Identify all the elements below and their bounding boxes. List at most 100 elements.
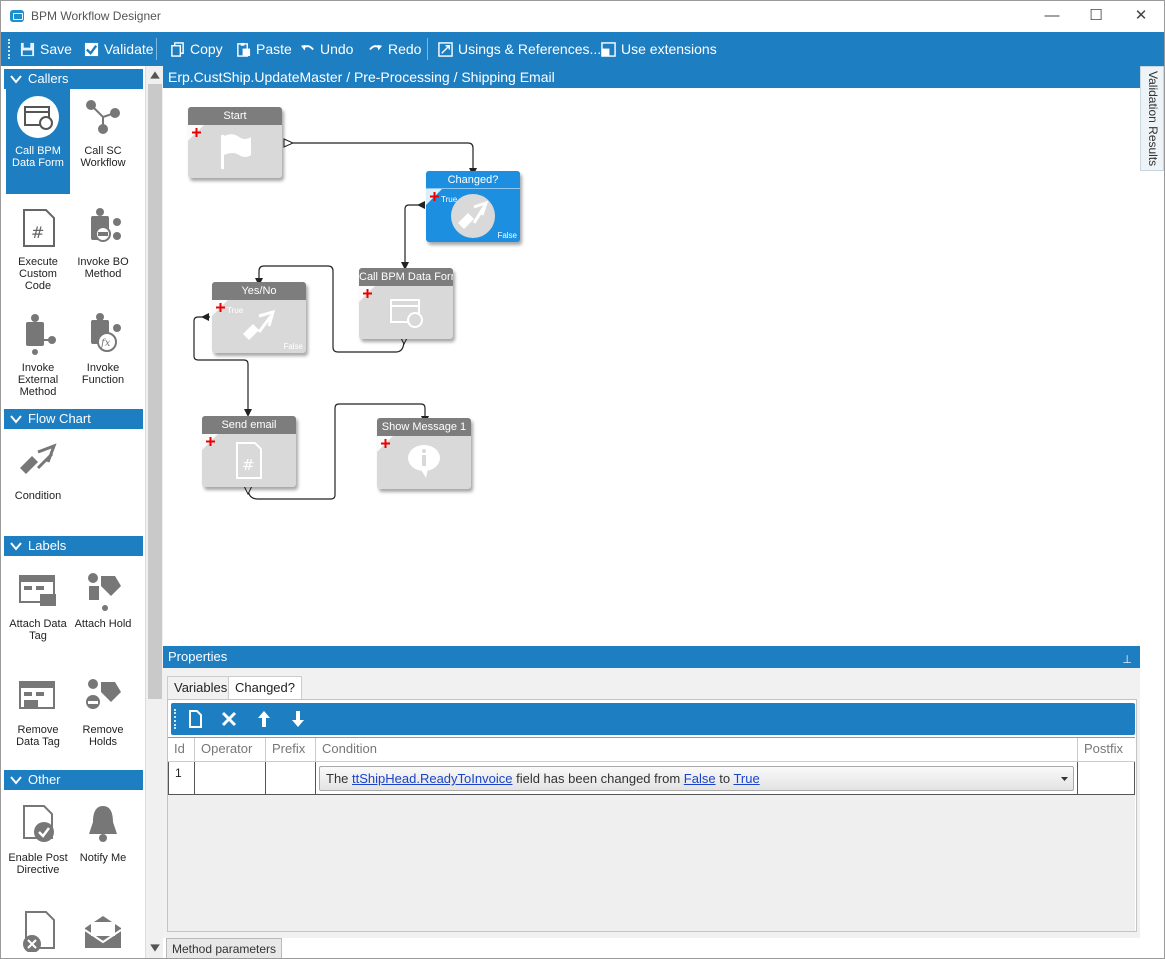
condition-icon <box>20 443 57 474</box>
cell-id[interactable]: 1 <box>168 762 195 795</box>
tool-remove-holds[interactable]: Remove Holds <box>71 674 135 748</box>
use-extensions-button[interactable]: Use extensions <box>601 32 717 66</box>
tool-invoke-function[interactable]: fx Invoke Function <box>71 312 135 386</box>
minimize-button[interactable]: — <box>1037 5 1067 27</box>
tool-invoke-external-method[interactable]: Invoke External Method <box>6 312 70 398</box>
condition-to-link[interactable]: True <box>733 771 759 786</box>
tool-label: Remove Data Tag <box>16 724 60 748</box>
validate-button[interactable]: Validate <box>84 32 154 66</box>
invoke-function-icon: fx <box>91 313 121 352</box>
tab-variables[interactable]: Variables <box>167 676 235 700</box>
plus-icon[interactable] <box>206 437 215 446</box>
close-button[interactable]: ✕ <box>1126 5 1156 27</box>
tool-label: Attach Data Tag <box>9 618 67 642</box>
tool-enable-post-directive[interactable]: Enable Post Directive <box>6 802 70 876</box>
tool-label: Enable Post Directive <box>8 852 68 876</box>
tool-call-sc-workflow[interactable]: Call SC Workflow <box>71 95 135 169</box>
copy-label: Copy <box>190 41 223 57</box>
breadcrumb: Erp.CustShip.UpdateMaster / Pre-Processi… <box>163 66 1140 88</box>
tool-attach-data-tag[interactable]: Attach Data Tag <box>6 568 70 642</box>
maximize-button[interactable]: ☐ <box>1081 5 1111 27</box>
plus-icon[interactable] <box>363 289 372 298</box>
node-start[interactable]: Start <box>188 107 282 178</box>
redo-button[interactable]: Redo <box>368 32 421 66</box>
references-icon <box>438 41 453 57</box>
condition-dropdown[interactable]: The ttShipHead.ReadyToInvoice field has … <box>319 766 1074 791</box>
tool-disable-post-directive[interactable] <box>6 908 70 958</box>
condition-field-link[interactable]: ttShipHead.ReadyToInvoice <box>352 771 512 786</box>
cell-postfix[interactable] <box>1078 762 1135 795</box>
node-yes-no[interactable]: Yes/No True False <box>212 282 306 353</box>
node-send-email[interactable]: Send email # <box>202 416 296 487</box>
condition-text-to: to <box>719 771 731 786</box>
plus-icon[interactable] <box>430 192 439 201</box>
node-call-bpm-data-form[interactable]: Call BPM Data Forr <box>359 268 453 339</box>
plus-icon[interactable] <box>192 128 201 137</box>
column-header-id[interactable]: Id <box>168 738 195 762</box>
tool-condition[interactable]: Condition <box>6 440 70 502</box>
validation-results-tab[interactable]: Validation Results <box>1140 66 1164 171</box>
tool-call-bpm-data-form[interactable]: Call BPM Data Form <box>6 89 70 194</box>
new-row-icon[interactable] <box>185 709 205 729</box>
toolbar-grip[interactable] <box>8 39 11 59</box>
category-other[interactable]: Other <box>4 770 143 790</box>
condition-from-link[interactable]: False <box>684 771 716 786</box>
cell-prefix[interactable] <box>266 762 316 795</box>
copy-button[interactable]: Copy <box>170 32 223 66</box>
toolbar-separator <box>156 38 157 60</box>
category-labels[interactable]: Labels <box>4 536 143 556</box>
disable-post-directive-icon <box>23 911 55 952</box>
connector-lines <box>193 138 477 500</box>
tool-label: Attach Hold <box>74 618 132 630</box>
category-flow-chart[interactable]: Flow Chart <box>4 409 143 429</box>
scrollbar-thumb[interactable] <box>148 84 162 699</box>
column-header-postfix[interactable]: Postfix <box>1078 738 1135 762</box>
scroll-down-arrow-icon[interactable] <box>150 944 160 952</box>
tab-changed[interactable]: Changed? <box>228 676 302 700</box>
scroll-up-arrow-icon[interactable] <box>150 71 160 79</box>
call-bpm-data-form-icon <box>390 299 423 328</box>
grid-toolbar-grip[interactable] <box>174 709 176 729</box>
redo-icon <box>369 44 383 50</box>
chevron-down-icon <box>10 542 22 551</box>
undo-button[interactable]: Undo <box>300 32 353 66</box>
cell-operator[interactable] <box>195 762 266 795</box>
tool-send-email[interactable] <box>71 908 135 958</box>
invoke-bo-method-icon <box>91 208 121 242</box>
call-bpm-data-form-icon <box>17 96 59 138</box>
dropdown-arrow-icon[interactable] <box>1061 777 1068 781</box>
category-callers[interactable]: Callers <box>4 69 143 89</box>
column-header-condition[interactable]: Condition <box>316 738 1078 762</box>
tool-invoke-bo-method[interactable]: Invoke BO Method <box>71 206 135 280</box>
column-header-prefix[interactable]: Prefix <box>266 738 316 762</box>
checkbox-check-icon <box>84 42 99 56</box>
validate-label: Validate <box>104 41 154 57</box>
tool-execute-custom-code[interactable]: # Execute Custom Code <box>6 206 70 292</box>
category-label: Flow Chart <box>28 411 91 426</box>
tool-attach-hold[interactable]: Attach Hold <box>71 568 135 630</box>
undo-label: Undo <box>320 41 354 57</box>
svg-text:#: # <box>31 223 44 242</box>
tool-remove-data-tag[interactable]: Remove Data Tag <box>6 674 70 748</box>
app-icon <box>10 10 24 22</box>
node-show-message[interactable]: Show Message 1 <box>377 418 471 489</box>
tool-notify-me[interactable]: Notify Me <box>71 802 135 864</box>
plus-icon[interactable] <box>381 439 390 448</box>
move-down-icon[interactable] <box>288 709 308 729</box>
delete-row-icon[interactable] <box>219 709 239 729</box>
node-changed[interactable]: Changed? True False <box>426 171 520 242</box>
save-label: Save <box>40 41 72 57</box>
paste-icon <box>237 42 251 57</box>
toolbox-scrollbar[interactable] <box>145 66 163 958</box>
workflow-canvas[interactable]: Start Changed? True False Call BPM Data … <box>163 88 1140 641</box>
plus-icon[interactable] <box>216 303 225 312</box>
save-button[interactable]: Save <box>20 32 72 66</box>
condition-icon <box>243 309 276 340</box>
usings-references-button[interactable]: Usings & References... <box>438 32 601 66</box>
attach-hold-icon <box>88 573 121 611</box>
tab-method-parameters[interactable]: Method parameters <box>166 938 283 958</box>
column-header-operator[interactable]: Operator <box>195 738 266 762</box>
node-title: Show Message 1 <box>377 418 471 436</box>
paste-button[interactable]: Paste <box>236 32 292 66</box>
move-up-icon[interactable] <box>254 709 274 729</box>
